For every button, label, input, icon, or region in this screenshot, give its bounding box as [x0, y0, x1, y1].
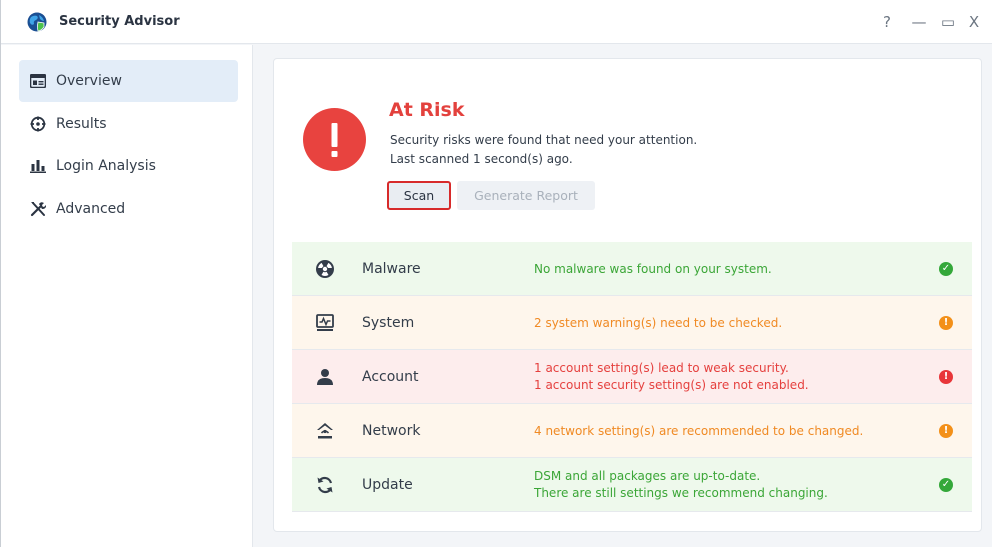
sidebar-item-label: Overview [56, 73, 122, 89]
category-message: 4 network setting(s) are recommended to … [534, 404, 863, 458]
sidebar-item-login-analysis[interactable]: Login Analysis [19, 145, 238, 187]
category-message-line: 2 system warning(s) need to be checked. [534, 315, 783, 330]
category-message-line: DSM and all packages are up-to-date. [534, 469, 761, 483]
category-row-update[interactable]: Update DSM and all packages are up-to-da… [292, 458, 972, 512]
category-message-line: 4 network setting(s) are recommended to … [534, 423, 864, 438]
status-ok-icon: ✓ [939, 478, 953, 492]
status-warning-icon: ! [939, 316, 953, 330]
category-message-line: No malware was found on your system. [534, 261, 772, 276]
login-analysis-icon [29, 157, 47, 175]
status-ok-icon: ✓ [939, 262, 953, 276]
category-label: Update [362, 477, 413, 493]
title-bar: Security Advisor ? — ▭ X [1, 0, 992, 44]
help-icon[interactable]: ? [877, 12, 897, 32]
maximize-icon[interactable]: ▭ [938, 12, 958, 32]
account-icon [314, 366, 336, 388]
close-icon[interactable]: X [964, 12, 984, 32]
sidebar: Overview Results Login Analysis Advanced [1, 45, 253, 547]
update-icon [314, 474, 336, 496]
scan-button[interactable]: Scan [387, 181, 451, 210]
sidebar-item-label: Results [56, 116, 107, 132]
security-advisor-window: Security Advisor ? — ▭ X Overview Result… [0, 0, 992, 547]
overview-icon [29, 72, 47, 90]
category-message-line: 1 account security setting(s) are not en… [534, 378, 809, 392]
sidebar-item-advanced[interactable]: Advanced [19, 188, 238, 230]
minimize-icon[interactable]: — [909, 12, 929, 32]
category-label: System [362, 315, 415, 331]
sidebar-item-label: Login Analysis [56, 158, 156, 174]
sidebar-item-overview[interactable]: Overview [19, 60, 238, 102]
category-message-line: There are still settings we recommend ch… [534, 486, 828, 500]
security-advisor-logo-icon [27, 12, 47, 32]
category-row-network[interactable]: Network 4 network setting(s) are recomme… [292, 404, 972, 458]
status-description: Security risks were found that need your… [390, 133, 698, 147]
malware-icon [314, 258, 336, 280]
category-row-system[interactable]: System 2 system warning(s) need to be ch… [292, 296, 972, 350]
category-message: No malware was found on your system. [534, 242, 772, 296]
network-icon [314, 420, 336, 442]
sidebar-item-results[interactable]: Results [19, 103, 238, 145]
generate-report-button[interactable]: Generate Report [457, 181, 595, 210]
status-warning-icon: ! [939, 424, 953, 438]
category-label: Malware [362, 261, 421, 277]
sidebar-item-label: Advanced [56, 201, 126, 217]
status-danger-icon: ! [939, 370, 953, 384]
category-message: 1 account setting(s) lead to weak securi… [534, 350, 809, 404]
category-row-malware[interactable]: Malware No malware was found on your sys… [292, 242, 972, 296]
category-message: DSM and all packages are up-to-date. The… [534, 458, 828, 512]
system-monitor-icon [314, 312, 336, 334]
last-scanned-text: Last scanned 1 second(s) ago. [390, 152, 573, 166]
category-row-account[interactable]: Account 1 account setting(s) lead to wea… [292, 350, 972, 404]
window-title: Security Advisor [59, 14, 180, 29]
status-title: At Risk [389, 99, 465, 121]
at-risk-icon [303, 108, 366, 171]
advanced-tools-icon [29, 200, 47, 218]
results-icon [29, 115, 47, 133]
category-label: Account [362, 369, 419, 385]
category-label: Network [362, 423, 421, 439]
category-message-line: 1 account setting(s) lead to weak securi… [534, 361, 789, 375]
category-message: 2 system warning(s) need to be checked. [534, 296, 782, 350]
